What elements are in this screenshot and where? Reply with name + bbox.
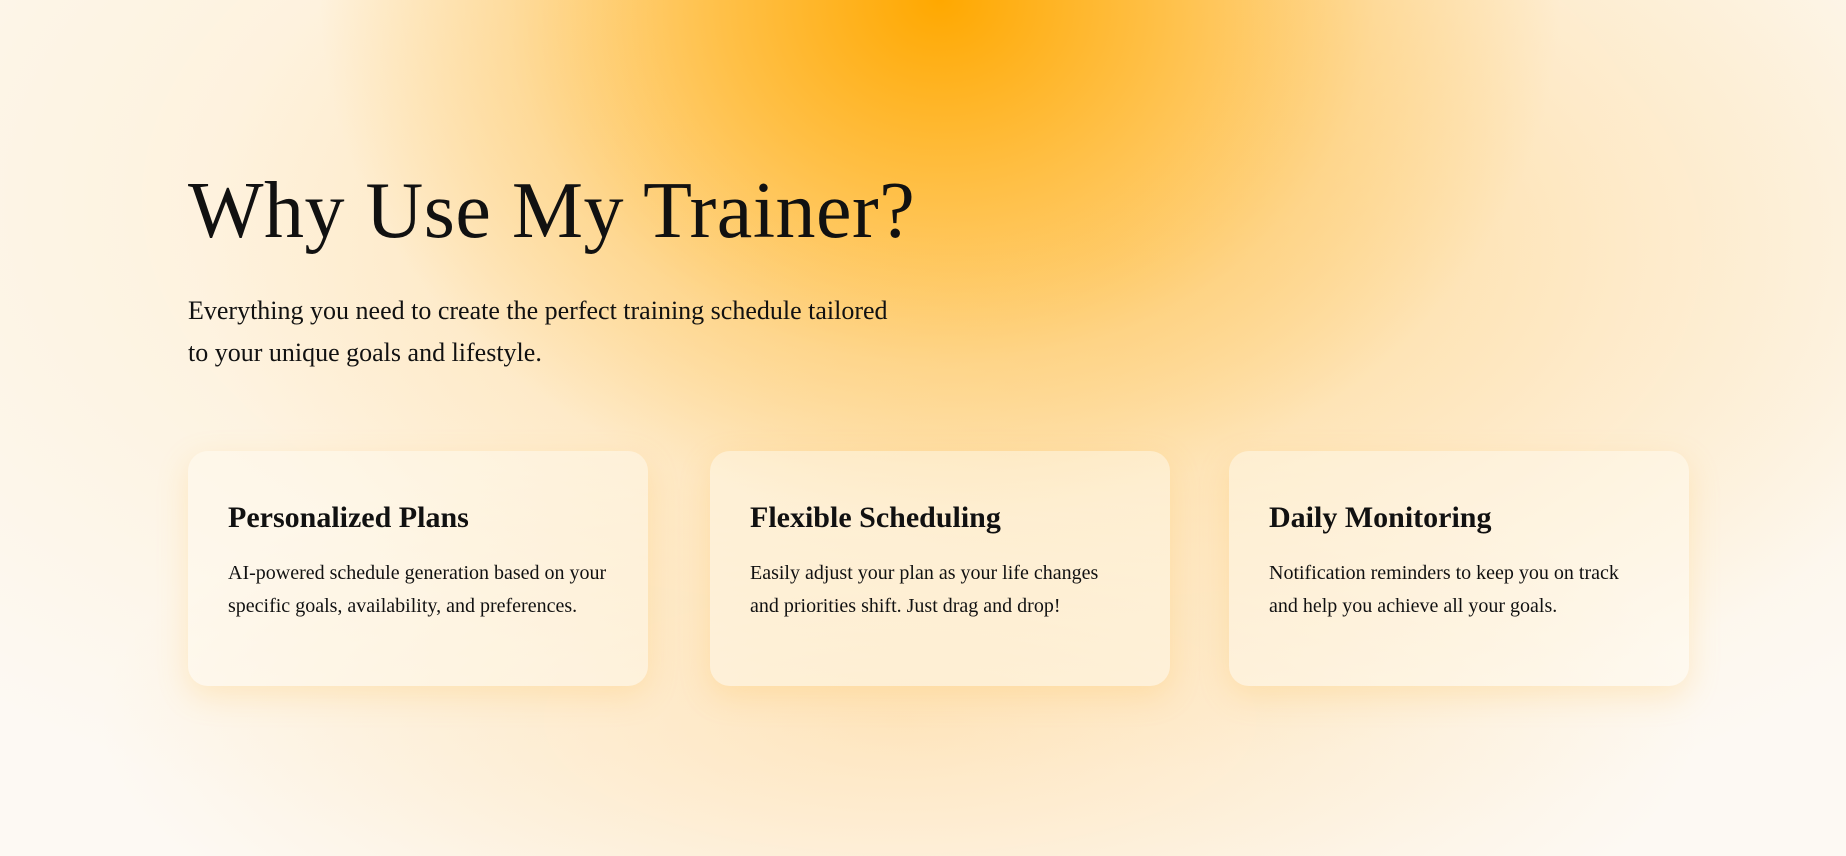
feature-card-personalized-plans: Personalized Plans AI-powered schedule g… — [188, 451, 648, 686]
features-section: Why Use My Trainer? Everything you need … — [188, 0, 1846, 856]
feature-description: AI-powered schedule generation based on … — [228, 562, 607, 617]
section-title: Why Use My Trainer? — [188, 167, 916, 255]
feature-description: Notification reminders to keep you on tr… — [1269, 562, 1619, 617]
feature-title: Daily Monitoring — [1269, 501, 1492, 534]
feature-title: Flexible Scheduling — [750, 501, 1001, 534]
feature-title: Personalized Plans — [228, 501, 469, 534]
feature-card-flexible-scheduling: Flexible Scheduling Easily adjust your p… — [710, 451, 1170, 686]
feature-description: Easily adjust your plan as your life cha… — [750, 562, 1099, 617]
section-subtitle: Everything you need to create the perfec… — [188, 296, 888, 367]
feature-card-daily-monitoring: Daily Monitoring Notification reminders … — [1229, 451, 1689, 686]
